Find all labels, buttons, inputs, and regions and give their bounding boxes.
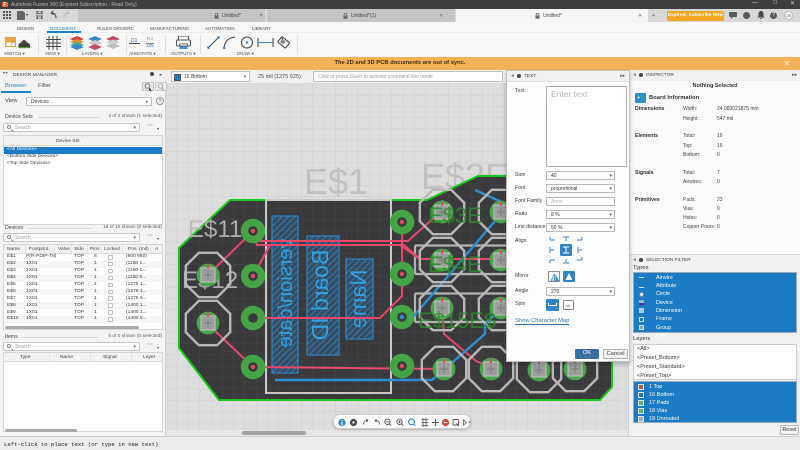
svg-text:Board ID: Board ID bbox=[307, 250, 333, 341]
svg-text:Name: Name bbox=[346, 270, 371, 329]
svg-text:E$1: E$1 bbox=[304, 161, 368, 202]
svg-text:version/date: version/date bbox=[275, 239, 297, 348]
svg-text:E$11: E$11 bbox=[188, 216, 242, 243]
svg-text:E$4E: E$4E bbox=[428, 252, 482, 277]
svg-text:E$15E$: E$15E$ bbox=[418, 308, 496, 333]
svg-text:E$3E: E$3E bbox=[428, 203, 482, 228]
